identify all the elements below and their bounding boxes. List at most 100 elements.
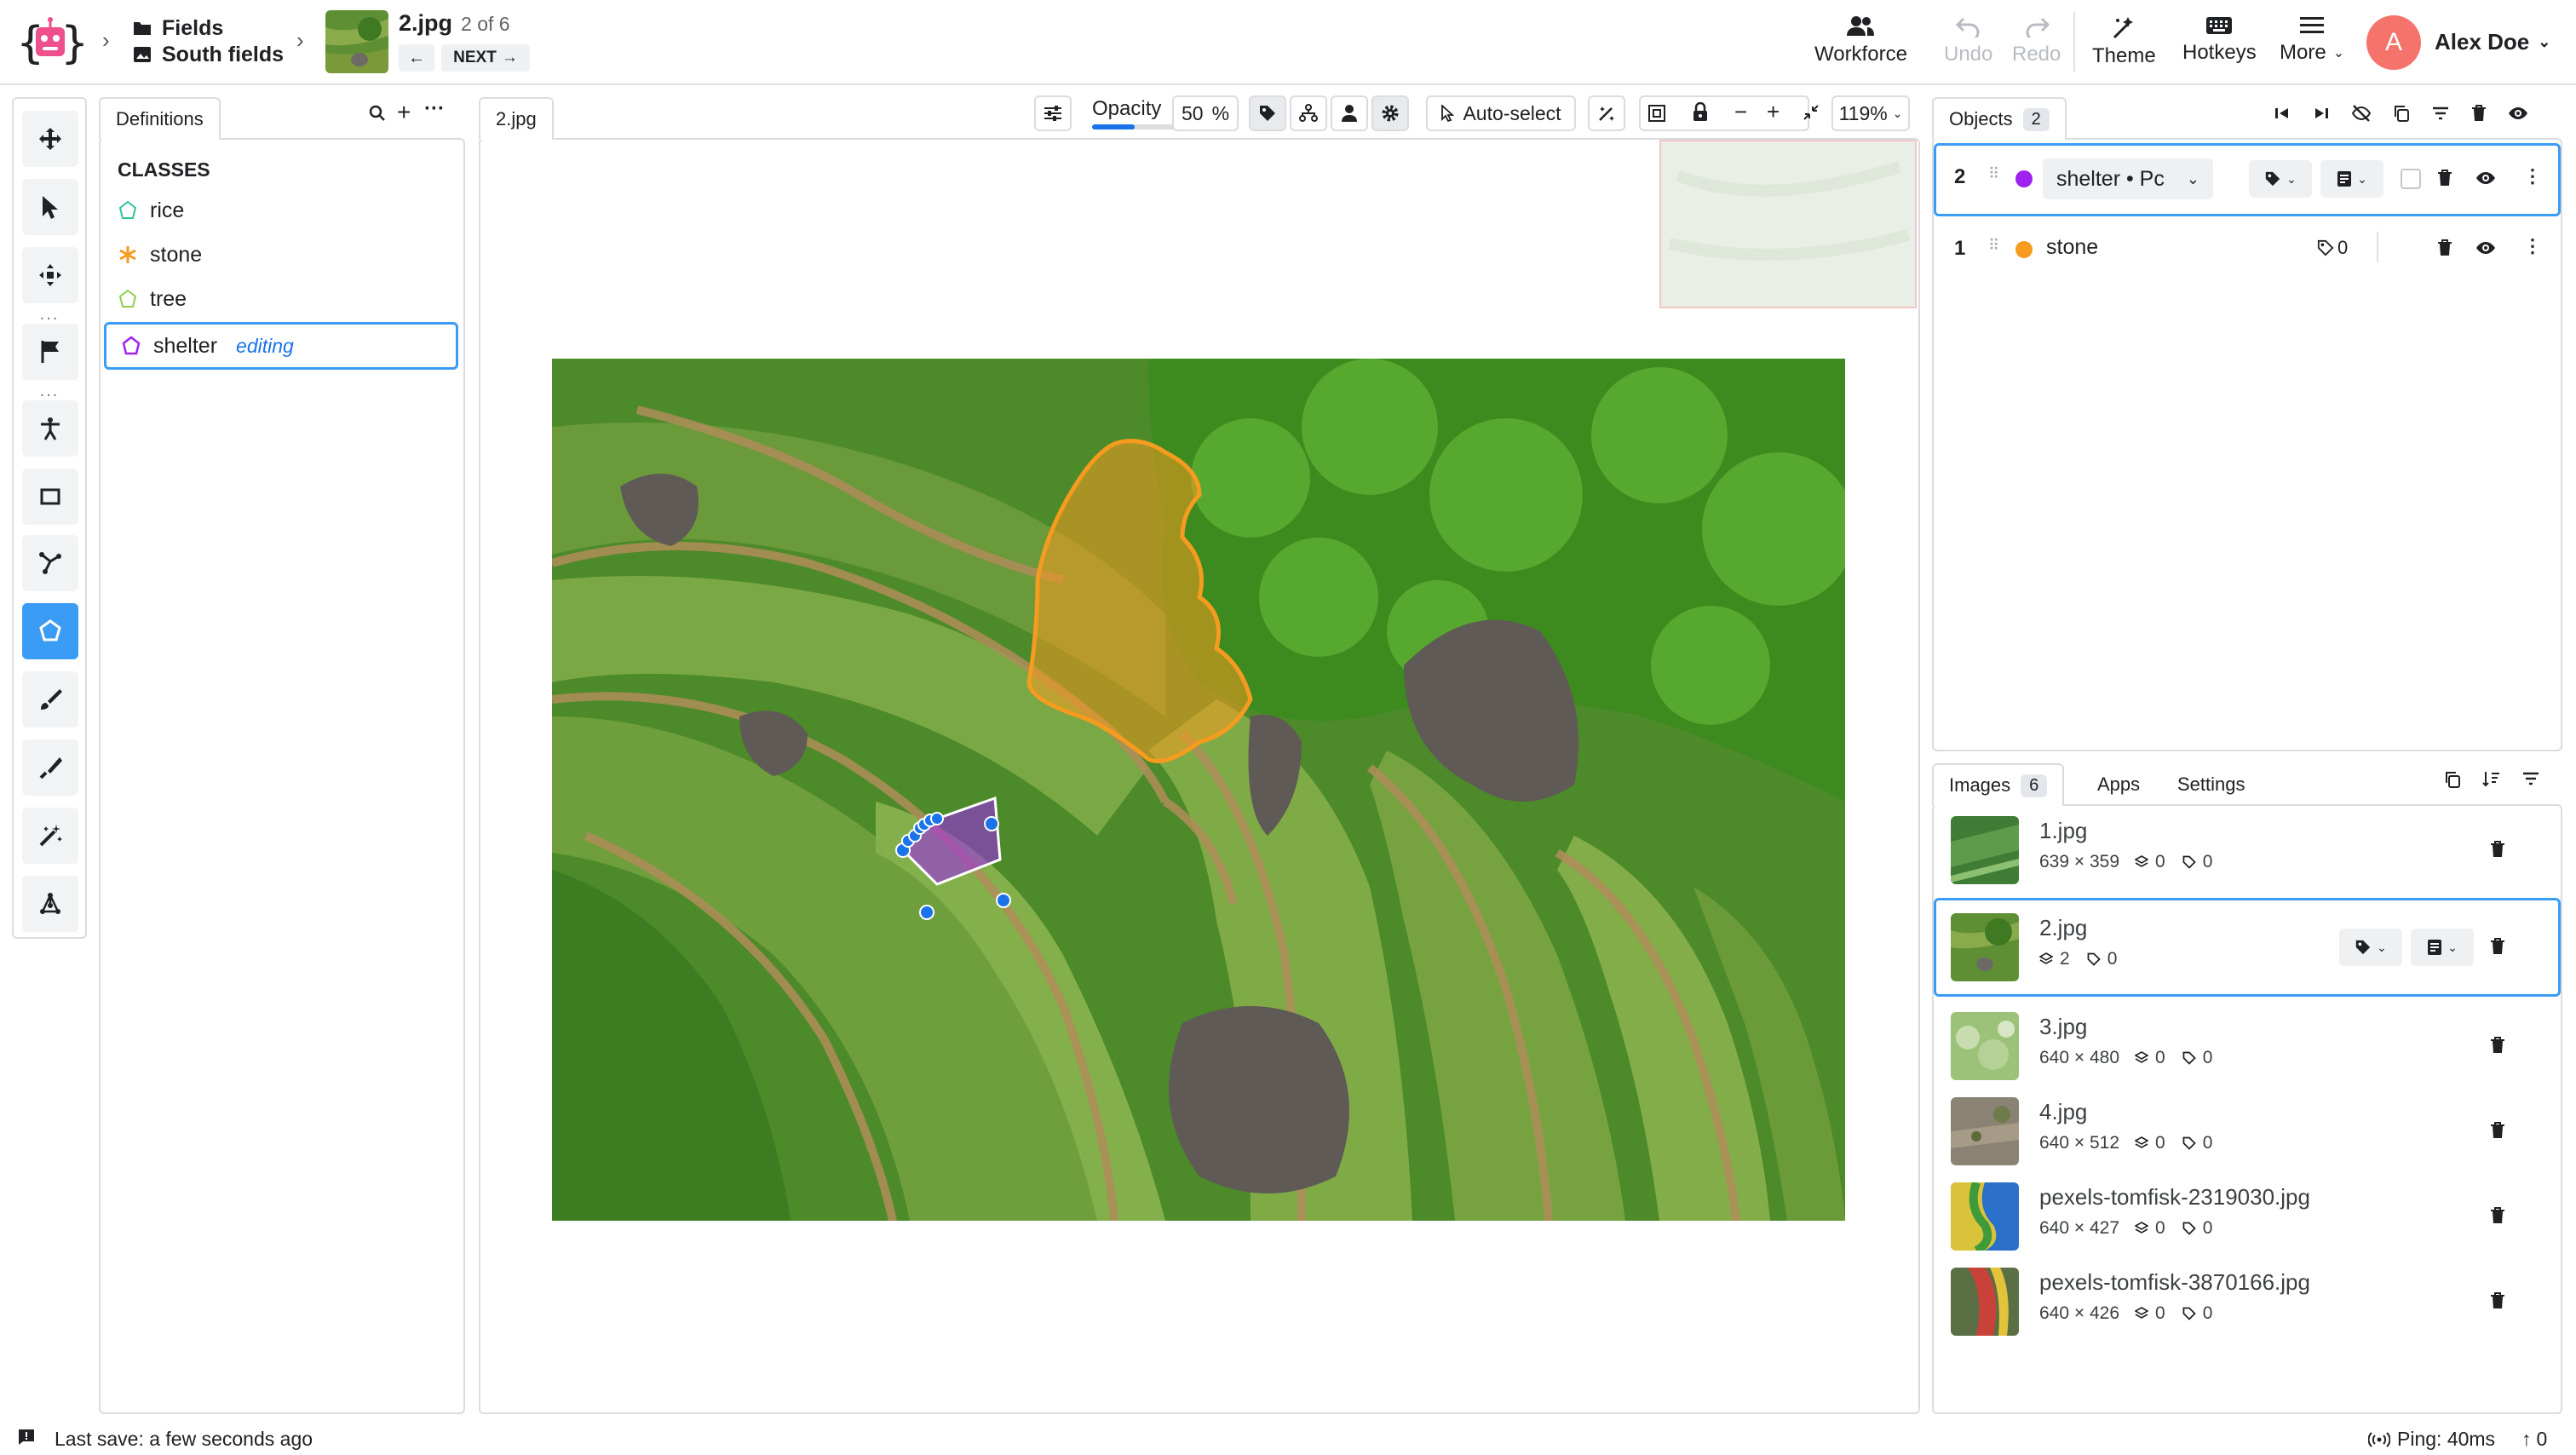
- eye-icon[interactable]: [2508, 106, 2528, 121]
- adjustments-button[interactable]: [1034, 95, 1072, 131]
- zoom-out-button[interactable]: −: [1734, 99, 1747, 125]
- class-item-rice[interactable]: rice: [118, 189, 184, 232]
- fit-to-screen-button[interactable]: [1647, 104, 1666, 123]
- pan-tool[interactable]: [22, 111, 78, 167]
- magic-wand-tool[interactable]: [22, 808, 78, 864]
- visibility-icon[interactable]: [2475, 240, 2496, 256]
- definitions-more-button[interactable]: ···: [424, 97, 445, 121]
- workforce-button[interactable]: Workforce: [1814, 15, 1907, 66]
- transform-tool[interactable]: [22, 247, 78, 303]
- opacity-value: 50: [1181, 101, 1204, 124]
- image-dimensions: 640 × 427: [2039, 1218, 2120, 1238]
- undo-button[interactable]: Undo: [1944, 15, 1992, 66]
- image-row[interactable]: pexels-tomfisk-3870166.jpg 640 × 426 0 0: [1934, 1259, 2559, 1344]
- feedback-icon[interactable]: [17, 1428, 36, 1446]
- opacity-slider[interactable]: [1092, 124, 1177, 129]
- zoom-select[interactable]: 119% ⌄: [1831, 95, 1910, 131]
- chevron-right-icon: ›: [102, 27, 110, 53]
- prev-image-button[interactable]: ←: [399, 44, 434, 72]
- opacity-input[interactable]: 50 %: [1172, 95, 1239, 131]
- more-vertical-icon[interactable]: ⋮: [2523, 165, 2542, 187]
- show-author-toggle[interactable]: [1331, 95, 1368, 131]
- copy-icon[interactable]: [2443, 770, 2462, 789]
- delete-image-icon[interactable]: [2489, 840, 2510, 860]
- filter-icon[interactable]: [2521, 770, 2540, 789]
- visibility-icon[interactable]: [2475, 170, 2496, 186]
- eraser-brush-tool[interactable]: [22, 739, 78, 796]
- breadcrumb-project[interactable]: Fields: [133, 15, 284, 41]
- tab-definitions[interactable]: Definitions: [99, 97, 221, 140]
- image-row[interactable]: pexels-tomfisk-2319030.jpg 640 × 427 0 0: [1934, 1174, 2559, 1259]
- arrow-left-icon: ←: [408, 48, 425, 67]
- hotkeys-button[interactable]: Hotkeys: [2182, 15, 2257, 65]
- drag-handle-icon[interactable]: ⠿: [1988, 237, 1999, 255]
- rectangle-tool[interactable]: [22, 469, 78, 525]
- graph-tool[interactable]: [22, 876, 78, 932]
- delete-image-icon[interactable]: [2489, 1206, 2510, 1227]
- show-hierarchy-toggle[interactable]: [1290, 95, 1327, 131]
- flag-tool[interactable]: [22, 324, 78, 380]
- folder-icon: [133, 20, 152, 36]
- class-item-tree[interactable]: tree: [118, 278, 187, 320]
- magic-wand-icon: [1597, 104, 1616, 123]
- polygon-tool[interactable]: [22, 603, 78, 659]
- delete-image-icon[interactable]: [2489, 1121, 2510, 1142]
- delete-image-icon[interactable]: [2489, 1291, 2510, 1312]
- brush-tool[interactable]: [22, 671, 78, 728]
- image-attributes-button[interactable]: ⌄: [2411, 929, 2474, 966]
- sliders-icon: [1043, 105, 1063, 122]
- first-object-icon[interactable]: [2273, 105, 2291, 122]
- select-tool[interactable]: [22, 179, 78, 235]
- keypoint-tool[interactable]: [22, 400, 78, 457]
- breadcrumb-dataset[interactable]: South fields: [133, 41, 284, 68]
- image-row[interactable]: 1.jpg 639 × 359 0 0: [1934, 808, 2559, 893]
- tab-apps[interactable]: Apps: [2097, 774, 2140, 796]
- image-row[interactable]: 4.jpg 640 × 512 0 0: [1934, 1089, 2559, 1174]
- filter-icon[interactable]: [2431, 105, 2450, 122]
- delete-image-icon[interactable]: [2489, 937, 2510, 958]
- object-index: 2: [1954, 165, 1966, 188]
- add-class-button[interactable]: +: [397, 99, 411, 126]
- tab-objects[interactable]: Objects 2: [1932, 97, 2067, 140]
- zoom-in-button[interactable]: +: [1767, 99, 1780, 125]
- redo-button[interactable]: Redo: [2012, 15, 2061, 66]
- user-menu[interactable]: Alex Doe ⌄: [2435, 29, 2550, 55]
- delete-object-icon[interactable]: [2436, 169, 2453, 187]
- annotation-image[interactable]: [552, 359, 1845, 1221]
- collapse-button[interactable]: [1803, 104, 1820, 121]
- polyline-tool[interactable]: [22, 535, 78, 591]
- search-icon[interactable]: [368, 104, 387, 123]
- image-tags-button[interactable]: ⌄: [2339, 929, 2402, 966]
- class-item-stone[interactable]: stone: [118, 233, 202, 276]
- avatar[interactable]: A: [2366, 15, 2421, 70]
- more-menu-button[interactable]: More ⌄: [2280, 15, 2344, 65]
- drag-handle-icon[interactable]: ⠿: [1988, 165, 1999, 183]
- tab-images[interactable]: Images 6: [1932, 763, 2065, 806]
- copy-icon[interactable]: [2392, 104, 2411, 123]
- layers-icon: [2135, 855, 2149, 869]
- show-tags-toggle[interactable]: [1249, 95, 1286, 131]
- smart-tool-button[interactable]: [1588, 95, 1625, 131]
- tab-image[interactable]: 2.jpg: [479, 97, 554, 140]
- sort-icon[interactable]: [2482, 770, 2501, 789]
- next-image-button[interactable]: NEXT →: [441, 44, 530, 72]
- robot-logo-icon[interactable]: { }: [17, 15, 83, 70]
- theme-button[interactable]: Theme: [2092, 15, 2156, 68]
- auto-select-button[interactable]: Auto-select: [1426, 95, 1576, 131]
- object-tags-button[interactable]: ⌄: [2249, 160, 2312, 198]
- lock-button[interactable]: [1692, 102, 1709, 123]
- minimap[interactable]: [1659, 140, 1917, 308]
- hide-all-icon[interactable]: [2351, 104, 2372, 123]
- theme-icon: [2111, 15, 2136, 39]
- tab-settings[interactable]: Settings: [2177, 774, 2245, 796]
- object-attributes-button[interactable]: ⌄: [2320, 160, 2383, 198]
- object-class-select[interactable]: shelter • Pc ⌄: [2043, 158, 2213, 199]
- more-vertical-icon[interactable]: ⋮: [2523, 235, 2542, 257]
- delete-all-icon[interactable]: [2470, 104, 2487, 123]
- delete-image-icon[interactable]: [2489, 1036, 2510, 1056]
- delete-object-icon[interactable]: [2436, 239, 2453, 257]
- last-object-icon[interactable]: [2312, 105, 2331, 122]
- image-row[interactable]: 3.jpg 640 × 480 0 0: [1934, 1004, 2559, 1089]
- object-checkbox[interactable]: [2401, 169, 2421, 189]
- canvas-settings-button[interactable]: [1371, 95, 1409, 131]
